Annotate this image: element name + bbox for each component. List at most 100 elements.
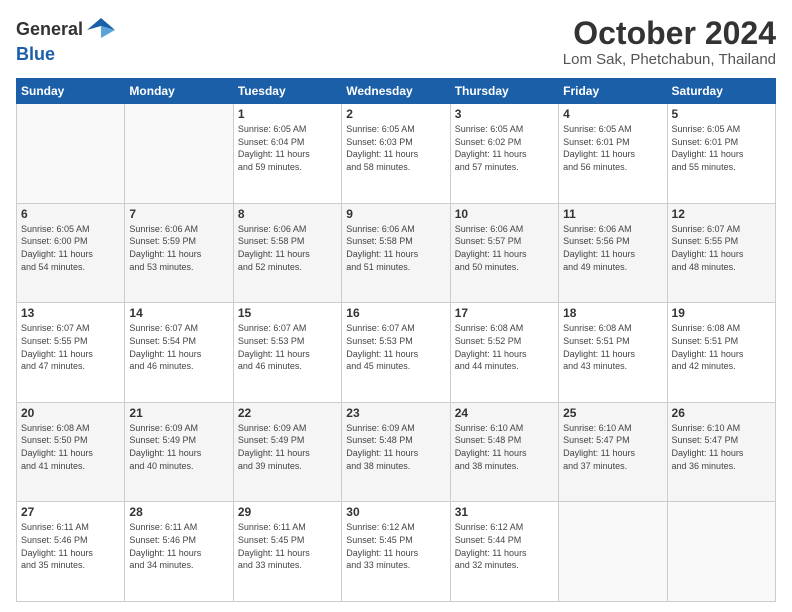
day-cell-2-2: 15Sunrise: 6:07 AM Sunset: 5:53 PM Dayli… — [233, 303, 341, 403]
day-number-4: 4 — [563, 107, 662, 121]
day-info-3: Sunrise: 6:05 AM Sunset: 6:02 PM Dayligh… — [455, 123, 554, 173]
month-title: October 2024 — [563, 16, 776, 51]
week-row-1: 6 Sunrise: 6:05 AM Sunset: 6:00 PM Daylig… — [17, 203, 776, 303]
day-cell-0-5: 4 Sunrise: 6:05 AM Sunset: 6:01 PM Daylig… — [559, 104, 667, 204]
day-number-26: 26 — [672, 406, 771, 420]
day-number-18: 18 — [563, 306, 662, 320]
col-wednesday: Wednesday — [342, 79, 450, 104]
day-number-28: 28 — [129, 505, 228, 519]
day-cell-2-6: 19 Sunrise: 6:08 AM Sunset: 5:51 PM Dayli… — [667, 303, 775, 403]
logo: General Blue — [16, 16, 115, 66]
day-cell-1-0: 6 Sunrise: 6:05 AM Sunset: 6:00 PM Daylig… — [17, 203, 125, 303]
day-info-31: Sunrise: 6:12 AM Sunset: 5:44 PM Dayligh… — [455, 521, 554, 571]
day-number-7: 7 — [129, 207, 228, 221]
day-info-15: Sunrise: 6:07 AM Sunset: 5:53 PM Dayligh… — [238, 322, 337, 372]
day-number-14: 14 — [129, 306, 228, 320]
day-cell-3-5: 25 Sunrise: 6:10 AM Sunset: 5:47 PM Dayli… — [559, 402, 667, 502]
day-info-23: Sunrise: 6:09 AM Sunset: 5:48 PM Dayligh… — [346, 422, 445, 472]
day-info-30: Sunrise: 6:12 AM Sunset: 5:45 PM Dayligh… — [346, 521, 445, 571]
day-info-1: Sunrise: 6:05 AM Sunset: 6:04 PM Dayligh… — [238, 123, 337, 173]
day-number-21: 21 — [129, 406, 228, 420]
day-info-21: Sunrise: 6:09 AM Sunset: 5:49 PM Dayligh… — [129, 422, 228, 472]
day-cell-1-5: 11 Sunrise: 6:06 AM Sunset: 5:56 PM Dayli… — [559, 203, 667, 303]
col-monday: Monday — [125, 79, 233, 104]
day-cell-0-4: 3 Sunrise: 6:05 AM Sunset: 6:02 PM Daylig… — [450, 104, 558, 204]
day-cell-4-5 — [559, 502, 667, 602]
day-cell-2-5: 18 Sunrise: 6:08 AM Sunset: 5:51 PM Dayli… — [559, 303, 667, 403]
day-info-29: Sunrise: 6:11 AM Sunset: 5:45 PM Dayligh… — [238, 521, 337, 571]
day-number-5: 5 — [672, 107, 771, 121]
day-cell-4-1: 28 Sunrise: 6:11 AM Sunset: 5:46 PM Dayli… — [125, 502, 233, 602]
day-cell-4-3: 30 Sunrise: 6:12 AM Sunset: 5:45 PM Dayli… — [342, 502, 450, 602]
day-cell-3-2: 22 Sunrise: 6:09 AM Sunset: 5:49 PM Dayli… — [233, 402, 341, 502]
day-number-22: 22 — [238, 406, 337, 420]
col-sunday: Sunday — [17, 79, 125, 104]
day-cell-2-3: 16 Sunrise: 6:07 AM Sunset: 5:53 PM Dayli… — [342, 303, 450, 403]
day-info-10: Sunrise: 6:06 AM Sunset: 5:57 PM Dayligh… — [455, 223, 554, 273]
day-cell-2-1: 14Sunrise: 6:07 AM Sunset: 5:54 PM Dayli… — [125, 303, 233, 403]
day-info-8: Sunrise: 6:06 AM Sunset: 5:58 PM Dayligh… — [238, 223, 337, 273]
col-friday: Friday — [559, 79, 667, 104]
header: General Blue October 2024 Lom Sak, Phetc… — [16, 16, 776, 68]
day-info-16: Sunrise: 6:07 AM Sunset: 5:53 PM Dayligh… — [346, 322, 445, 372]
day-info-27: Sunrise: 6:11 AM Sunset: 5:46 PM Dayligh… — [21, 521, 120, 571]
day-number-31: 31 — [455, 505, 554, 519]
day-cell-3-0: 20 Sunrise: 6:08 AM Sunset: 5:50 PM Dayli… — [17, 402, 125, 502]
day-number-3: 3 — [455, 107, 554, 121]
week-row-2: 13Sunrise: 6:07 AM Sunset: 5:55 PM Dayli… — [17, 303, 776, 403]
day-cell-0-0 — [17, 104, 125, 204]
day-cell-3-3: 23 Sunrise: 6:09 AM Sunset: 5:48 PM Dayli… — [342, 402, 450, 502]
day-number-19: 19 — [672, 306, 771, 320]
day-cell-1-6: 12Sunrise: 6:07 AM Sunset: 5:55 PM Dayli… — [667, 203, 775, 303]
logo-bird-icon — [87, 16, 115, 44]
title-block: October 2024 Lom Sak, Phetchabun, Thaila… — [563, 16, 776, 68]
day-info-5: Sunrise: 6:05 AM Sunset: 6:01 PM Dayligh… — [672, 123, 771, 173]
week-row-4: 27Sunrise: 6:11 AM Sunset: 5:46 PM Dayli… — [17, 502, 776, 602]
day-cell-1-3: 9Sunrise: 6:06 AM Sunset: 5:58 PM Daylig… — [342, 203, 450, 303]
day-info-28: Sunrise: 6:11 AM Sunset: 5:46 PM Dayligh… — [129, 521, 228, 571]
day-number-9: 9 — [346, 207, 445, 221]
day-info-22: Sunrise: 6:09 AM Sunset: 5:49 PM Dayligh… — [238, 422, 337, 472]
page: General Blue October 2024 Lom Sak, Phetc… — [0, 0, 792, 612]
col-saturday: Saturday — [667, 79, 775, 104]
day-number-24: 24 — [455, 406, 554, 420]
day-number-23: 23 — [346, 406, 445, 420]
day-cell-2-0: 13Sunrise: 6:07 AM Sunset: 5:55 PM Dayli… — [17, 303, 125, 403]
day-cell-0-2: 1 Sunrise: 6:05 AM Sunset: 6:04 PM Daylig… — [233, 104, 341, 204]
day-info-12: Sunrise: 6:07 AM Sunset: 5:55 PM Dayligh… — [672, 223, 771, 273]
day-cell-1-1: 7 Sunrise: 6:06 AM Sunset: 5:59 PM Daylig… — [125, 203, 233, 303]
day-info-11: Sunrise: 6:06 AM Sunset: 5:56 PM Dayligh… — [563, 223, 662, 273]
day-info-25: Sunrise: 6:10 AM Sunset: 5:47 PM Dayligh… — [563, 422, 662, 472]
day-info-20: Sunrise: 6:08 AM Sunset: 5:50 PM Dayligh… — [21, 422, 120, 472]
day-info-19: Sunrise: 6:08 AM Sunset: 5:51 PM Dayligh… — [672, 322, 771, 372]
day-info-24: Sunrise: 6:10 AM Sunset: 5:48 PM Dayligh… — [455, 422, 554, 472]
col-tuesday: Tuesday — [233, 79, 341, 104]
day-number-1: 1 — [238, 107, 337, 121]
day-cell-1-4: 10Sunrise: 6:06 AM Sunset: 5:57 PM Dayli… — [450, 203, 558, 303]
day-number-6: 6 — [21, 207, 120, 221]
day-cell-1-2: 8 Sunrise: 6:06 AM Sunset: 5:58 PM Daylig… — [233, 203, 341, 303]
day-number-13: 13 — [21, 306, 120, 320]
day-number-30: 30 — [346, 505, 445, 519]
logo-general-text: General — [16, 19, 83, 41]
day-info-17: Sunrise: 6:08 AM Sunset: 5:52 PM Dayligh… — [455, 322, 554, 372]
day-info-4: Sunrise: 6:05 AM Sunset: 6:01 PM Dayligh… — [563, 123, 662, 173]
day-info-7: Sunrise: 6:06 AM Sunset: 5:59 PM Dayligh… — [129, 223, 228, 273]
day-info-6: Sunrise: 6:05 AM Sunset: 6:00 PM Dayligh… — [21, 223, 120, 273]
day-cell-3-1: 21 Sunrise: 6:09 AM Sunset: 5:49 PM Dayli… — [125, 402, 233, 502]
week-row-0: 1 Sunrise: 6:05 AM Sunset: 6:04 PM Daylig… — [17, 104, 776, 204]
day-cell-0-1 — [125, 104, 233, 204]
day-cell-3-6: 26 Sunrise: 6:10 AM Sunset: 5:47 PM Dayli… — [667, 402, 775, 502]
calendar-header-row: Sunday Monday Tuesday Wednesday Thursday… — [17, 79, 776, 104]
day-cell-3-4: 24 Sunrise: 6:10 AM Sunset: 5:48 PM Dayli… — [450, 402, 558, 502]
day-info-18: Sunrise: 6:08 AM Sunset: 5:51 PM Dayligh… — [563, 322, 662, 372]
day-cell-2-4: 17Sunrise: 6:08 AM Sunset: 5:52 PM Dayli… — [450, 303, 558, 403]
day-number-16: 16 — [346, 306, 445, 320]
logo-blue-text: Blue — [16, 44, 55, 64]
day-number-11: 11 — [563, 207, 662, 221]
day-number-8: 8 — [238, 207, 337, 221]
day-info-26: Sunrise: 6:10 AM Sunset: 5:47 PM Dayligh… — [672, 422, 771, 472]
day-cell-4-0: 27Sunrise: 6:11 AM Sunset: 5:46 PM Dayli… — [17, 502, 125, 602]
day-number-25: 25 — [563, 406, 662, 420]
day-number-20: 20 — [21, 406, 120, 420]
